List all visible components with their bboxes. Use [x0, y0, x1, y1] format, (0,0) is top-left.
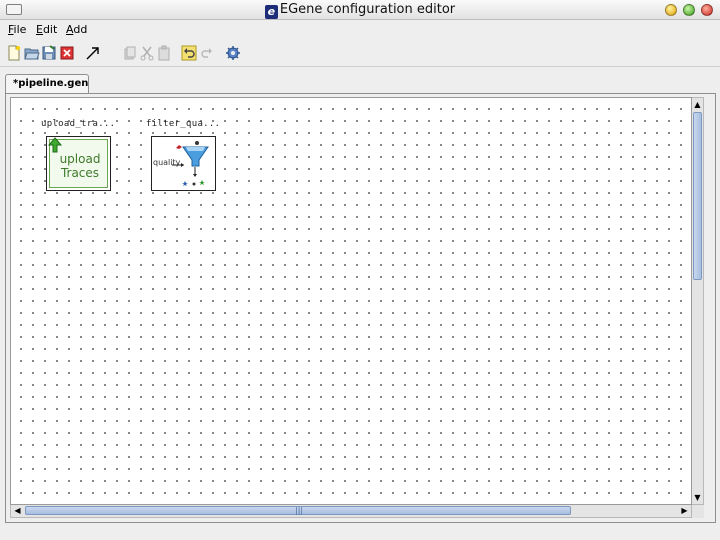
new-file-icon[interactable] — [6, 45, 22, 61]
horizontal-scroll-thumb[interactable]: ||| — [25, 506, 571, 515]
scroll-left-arrow-icon[interactable]: ◀ — [11, 505, 24, 517]
scroll-grip: ||| — [295, 506, 304, 515]
tab-content: upload_tra... upload Traces filter_qua..… — [5, 93, 716, 523]
node-label-upload: upload_tra... — [41, 119, 116, 129]
scroll-right-arrow-icon[interactable]: ▶ — [678, 505, 691, 517]
menu-add[interactable]: Add — [66, 23, 87, 36]
title-bar: e EGene configuration editor — [0, 0, 720, 20]
vertical-scrollbar[interactable]: ▲ ▼ — [692, 97, 704, 505]
window-title: e EGene configuration editor — [0, 0, 720, 20]
upload-arrow-icon — [47, 137, 63, 153]
menu-bar: File Edit Add — [0, 20, 720, 39]
egene-logo-icon: e — [264, 5, 278, 19]
close-red-icon[interactable] — [59, 45, 75, 61]
close-window-button[interactable] — [701, 4, 713, 16]
menu-file[interactable]: File — [8, 23, 26, 36]
maximize-button[interactable] — [683, 4, 695, 16]
gear-icon[interactable] — [225, 45, 241, 61]
node-label-filter: filter_qua... — [146, 119, 221, 129]
pipeline-canvas[interactable]: upload_tra... upload Traces filter_qua..… — [10, 97, 692, 505]
scroll-down-arrow-icon[interactable]: ▼ — [692, 491, 703, 504]
node-filter-quality[interactable]: quality — [151, 136, 216, 191]
upload-traces-text: upload Traces — [59, 152, 101, 180]
save-icon[interactable] — [41, 45, 57, 61]
menu-edit[interactable]: Edit — [36, 23, 57, 36]
undo-icon[interactable] — [181, 45, 197, 61]
tab-bar: *pipeline.gen — [5, 74, 716, 94]
redo-icon[interactable] — [199, 45, 215, 61]
scrollbar-corner — [692, 505, 704, 518]
scroll-up-arrow-icon[interactable]: ▲ — [692, 98, 703, 111]
open-folder-icon[interactable] — [24, 45, 40, 61]
tab-pipeline-gen[interactable]: *pipeline.gen — [5, 74, 89, 94]
toolbar — [0, 40, 720, 67]
vertical-scroll-thumb[interactable] — [693, 112, 702, 280]
node-upload-traces[interactable]: upload Traces — [46, 136, 111, 191]
cut-icon[interactable] — [139, 45, 155, 61]
window-title-text: EGene configuration editor — [279, 2, 456, 17]
minimize-button[interactable] — [665, 4, 677, 16]
horizontal-scrollbar[interactable]: ◀ ||| ▶ — [10, 505, 692, 518]
copy-icon[interactable] — [122, 45, 138, 61]
paste-icon[interactable] — [156, 45, 172, 61]
pointer-arrow-icon[interactable] — [85, 45, 101, 61]
quality-label: quality — [153, 158, 181, 167]
